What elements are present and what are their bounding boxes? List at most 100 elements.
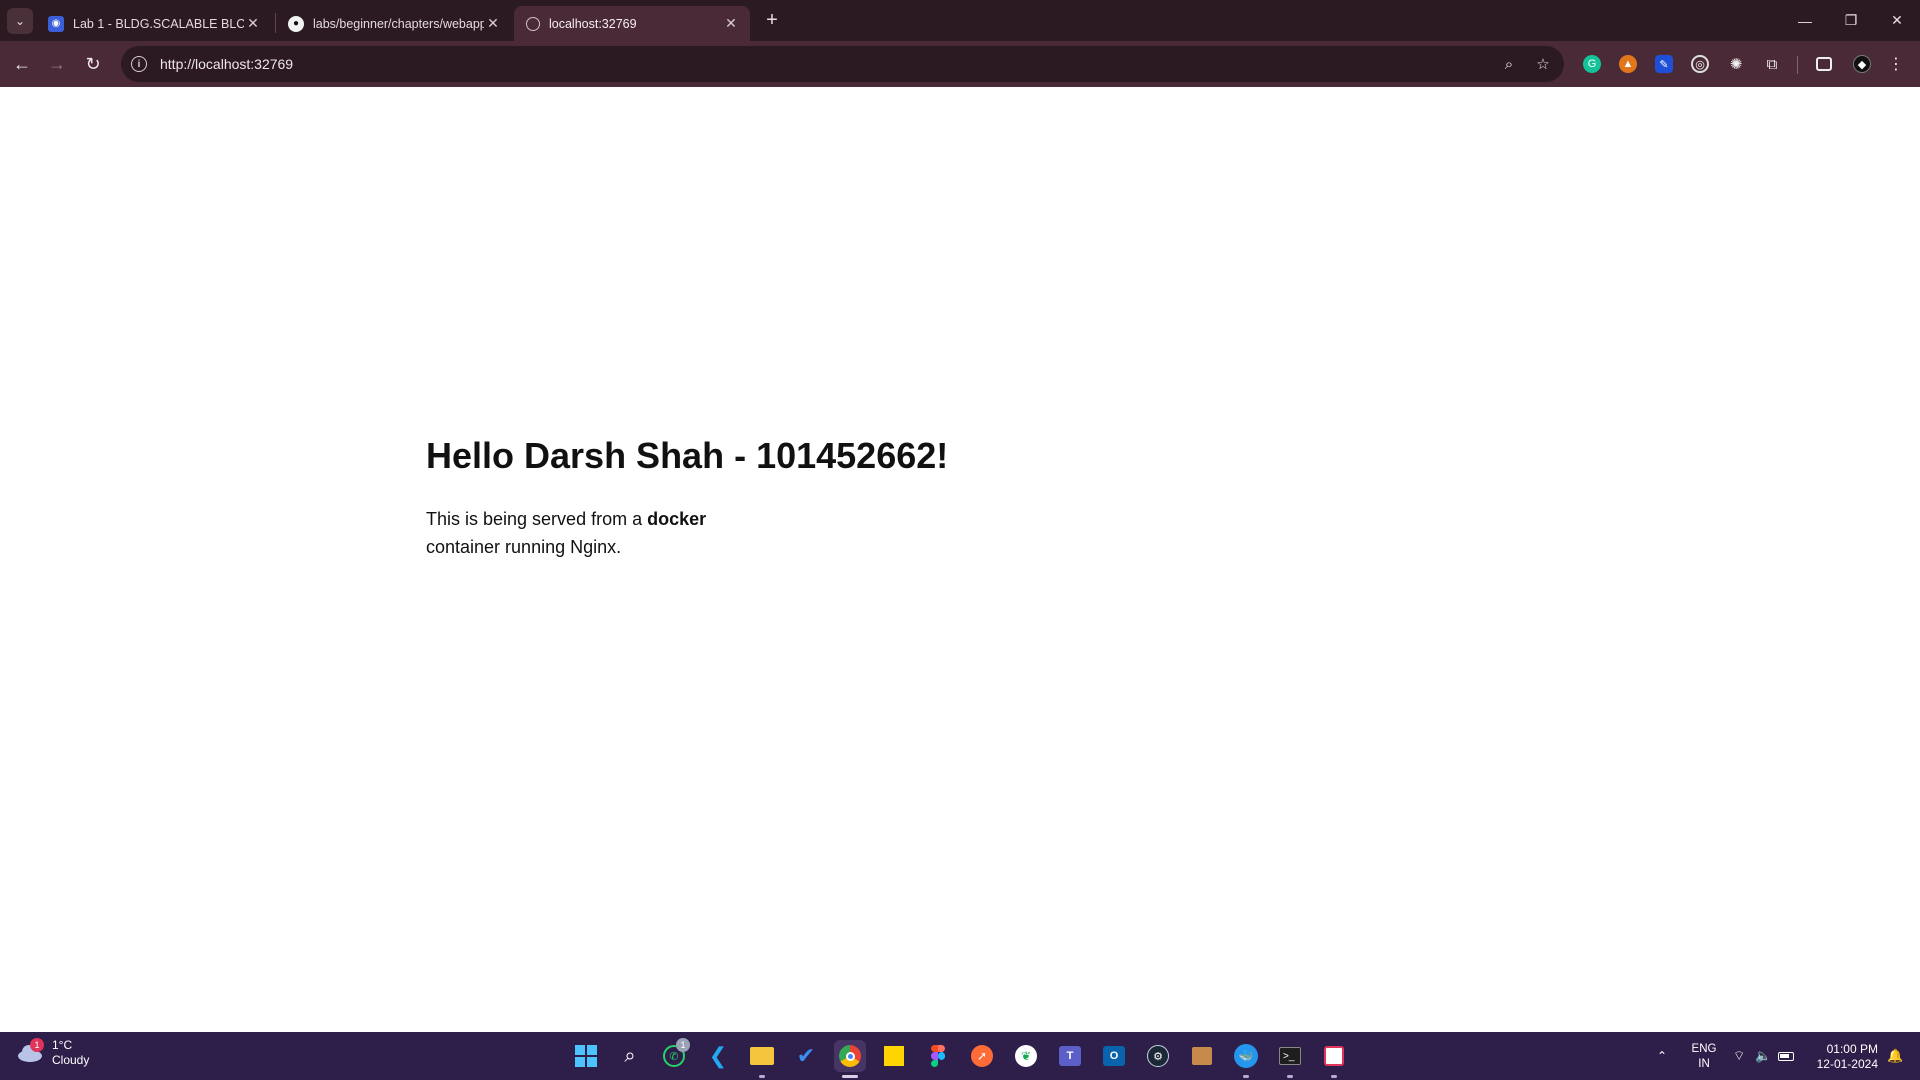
- toolbar-separator: [1797, 56, 1798, 74]
- target-extension-icon[interactable]: ◎: [1691, 55, 1709, 73]
- clock-time: 01:00 PM: [1826, 1042, 1878, 1056]
- tab-title: labs/beginner/chapters/webapps.md: [313, 16, 484, 31]
- todo-button[interactable]: ✔: [790, 1040, 822, 1072]
- figma-button[interactable]: [922, 1040, 954, 1072]
- clock-date: 12-01-2024: [1816, 1057, 1878, 1071]
- battery-icon[interactable]: [1778, 1032, 1794, 1080]
- pen-extension-icon[interactable]: ✎: [1655, 55, 1673, 73]
- outlook-button[interactable]: O: [1098, 1040, 1130, 1072]
- running-indicator: [1331, 1075, 1337, 1078]
- globe-icon: [526, 16, 540, 31]
- terminal-button[interactable]: >_: [1274, 1040, 1306, 1072]
- running-indicator: [842, 1075, 858, 1078]
- snipping-tool-button[interactable]: [1318, 1040, 1350, 1072]
- steam-button[interactable]: ⚙: [1142, 1040, 1174, 1072]
- minimize-button[interactable]: —: [1782, 0, 1828, 41]
- openai-extension-icon[interactable]: ✺: [1727, 55, 1745, 73]
- address-bar[interactable]: i http://localhost:32769 ⌕ ☆: [121, 46, 1564, 82]
- forward-button[interactable]: →: [42, 49, 72, 79]
- paragraph-text: This is being served from a: [426, 509, 648, 529]
- notification-badge: 1: [30, 1038, 44, 1052]
- chrome-icon: [839, 1045, 861, 1067]
- package-button[interactable]: [1186, 1040, 1218, 1072]
- sticky-notes-button[interactable]: [878, 1040, 910, 1072]
- tab-title: Lab 1 - BLDG.SCALABLE BLCKCHN: [73, 16, 244, 31]
- bell-icon[interactable]: 🔔: [1887, 1032, 1903, 1080]
- package-icon: [1192, 1047, 1212, 1065]
- restore-button[interactable]: ❐: [1828, 0, 1874, 41]
- mongodb-icon: ❦: [1015, 1045, 1037, 1067]
- metamask-extension-icon[interactable]: ▲: [1619, 55, 1637, 73]
- wifi-icon[interactable]: ⌔: [1733, 1032, 1745, 1080]
- docker-button[interactable]: 🐳: [1230, 1040, 1262, 1072]
- postman-icon: ➚: [971, 1045, 993, 1067]
- language-code: ENG: [1691, 1043, 1717, 1055]
- page-content: Hello Darsh Shah - 101452662! This is be…: [0, 87, 1920, 1033]
- vscode-icon: ❮: [708, 1043, 728, 1068]
- mongodb-button[interactable]: ❦: [1010, 1040, 1042, 1072]
- search-icon: ⌕: [624, 1044, 636, 1067]
- outlook-icon: O: [1103, 1046, 1125, 1066]
- search-button[interactable]: ⌕: [614, 1040, 646, 1072]
- running-indicator: [759, 1075, 765, 1078]
- reload-icon: ↻: [85, 53, 101, 74]
- chevron-down-icon: ⌄: [14, 13, 26, 28]
- weather-desc: Cloudy: [52, 1053, 90, 1067]
- close-icon[interactable]: ✕: [722, 15, 740, 32]
- cloud-icon: 1: [16, 1038, 44, 1064]
- tab-lab1[interactable]: ◉ Lab 1 - BLDG.SCALABLE BLCKCHN ✕: [36, 6, 272, 41]
- close-icon[interactable]: ✕: [244, 15, 262, 32]
- back-button[interactable]: ←: [7, 49, 37, 79]
- paragraph-text: container running Nginx.: [426, 537, 622, 557]
- tab-title: localhost:32769: [549, 16, 637, 31]
- page-paragraph: This is being served from a docker conta…: [426, 505, 726, 561]
- teams-button[interactable]: T: [1054, 1040, 1086, 1072]
- volume-icon[interactable]: 🔈: [1755, 1032, 1771, 1080]
- notification-badge: 1: [676, 1038, 690, 1052]
- reload-button[interactable]: ↻: [78, 49, 108, 79]
- kebab-menu-icon[interactable]: ⋮: [1887, 55, 1905, 73]
- whatsapp-button[interactable]: ✆ 1: [658, 1038, 690, 1072]
- folder-icon: [750, 1047, 774, 1065]
- star-icon[interactable]: ☆: [1533, 54, 1553, 74]
- file-explorer-button[interactable]: [746, 1040, 778, 1072]
- vscode-button[interactable]: ❮: [702, 1040, 734, 1072]
- system-clock[interactable]: 01:00 PM 12-01-2024: [1808, 1042, 1878, 1072]
- plus-icon: +: [766, 8, 778, 31]
- arrow-left-icon: ←: [13, 53, 31, 74]
- steam-icon: ⚙: [1147, 1045, 1169, 1067]
- avatar[interactable]: ◆: [1853, 55, 1871, 73]
- close-icon[interactable]: ✕: [484, 15, 502, 32]
- url-text[interactable]: http://localhost:32769: [160, 56, 293, 72]
- tab-strip: ⌄ ◉ Lab 1 - BLDG.SCALABLE BLCKCHN ✕ ● la…: [0, 0, 1920, 41]
- weather-widget[interactable]: 1 1°C Cloudy: [16, 1038, 89, 1068]
- new-tab-button[interactable]: +: [758, 6, 786, 34]
- info-icon[interactable]: i: [131, 56, 147, 72]
- docker-icon: 🐳: [1234, 1044, 1258, 1068]
- chevron-up-icon: ⌃: [1657, 1049, 1668, 1063]
- figma-icon: [931, 1045, 945, 1067]
- zoom-icon[interactable]: ⌕: [1499, 54, 1519, 74]
- tab-localhost[interactable]: localhost:32769 ✕: [514, 6, 750, 41]
- close-window-button[interactable]: ✕: [1874, 0, 1920, 41]
- page-title: Hello Darsh Shah - 101452662!: [426, 435, 949, 476]
- tab-search-button[interactable]: ⌄: [7, 7, 33, 34]
- puzzle-icon[interactable]: ⧉: [1763, 55, 1781, 73]
- chrome-button[interactable]: [834, 1040, 866, 1072]
- teams-icon: T: [1059, 1046, 1081, 1066]
- region-code: IN: [1698, 1058, 1710, 1070]
- postman-button[interactable]: ➚: [966, 1040, 998, 1072]
- side-panel-icon[interactable]: [1816, 57, 1832, 71]
- tray-overflow-button[interactable]: ⌃: [1657, 1032, 1667, 1080]
- weather-temp: 1°C: [52, 1038, 73, 1052]
- windows-icon: [575, 1045, 597, 1067]
- snipping-tool-icon: [1324, 1046, 1344, 1066]
- paragraph-bold: docker: [647, 509, 707, 529]
- restore-icon: ❐: [1844, 12, 1858, 28]
- tab-github[interactable]: ● labs/beginner/chapters/webapps.md ✕: [276, 6, 512, 41]
- sticky-note-icon: [884, 1046, 904, 1066]
- language-indicator[interactable]: ENG IN: [1690, 1042, 1718, 1072]
- start-button[interactable]: [570, 1040, 602, 1072]
- github-favicon-icon: ●: [288, 15, 304, 32]
- grammarly-extension-icon[interactable]: G: [1583, 55, 1601, 73]
